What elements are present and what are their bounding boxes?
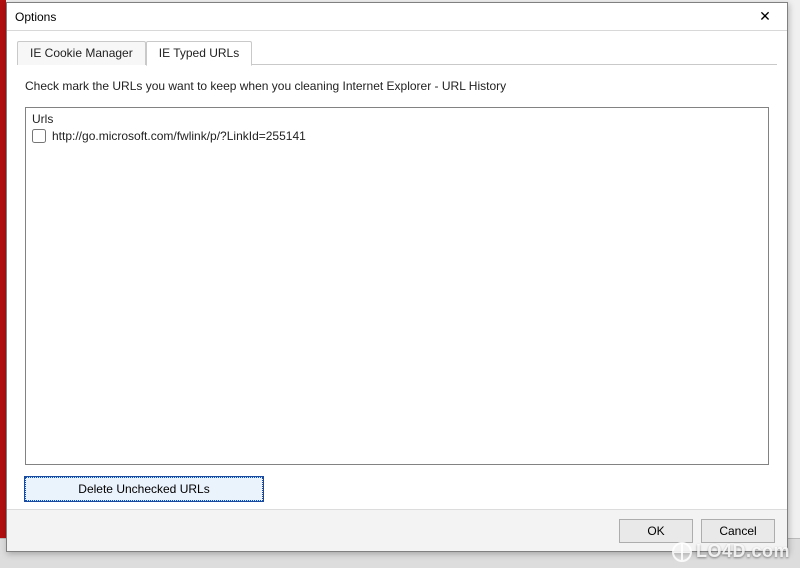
list-header: Urls (32, 112, 762, 128)
list-item[interactable]: http://go.microsoft.com/fwlink/p/?LinkId… (32, 128, 762, 144)
close-icon: ✕ (759, 8, 771, 25)
cancel-button[interactable]: Cancel (701, 519, 775, 543)
delete-unchecked-button[interactable]: Delete Unchecked URLs (25, 477, 263, 501)
dialog-footer: OK Cancel (7, 509, 787, 551)
actions-row: Delete Unchecked URLs (25, 477, 769, 501)
close-button[interactable]: ✕ (745, 5, 785, 29)
url-checkbox[interactable] (32, 129, 46, 143)
tab-ie-typed-urls[interactable]: IE Typed URLs (146, 41, 252, 66)
tab-label: IE Typed URLs (159, 46, 239, 60)
ok-button[interactable]: OK (619, 519, 693, 543)
window-title: Options (15, 10, 745, 24)
tab-ie-cookie-manager[interactable]: IE Cookie Manager (17, 41, 146, 65)
tab-content: Check mark the URLs you want to keep whe… (7, 65, 787, 509)
instruction-text: Check mark the URLs you want to keep whe… (25, 79, 769, 93)
titlebar: Options ✕ (7, 3, 787, 31)
options-dialog: Options ✕ IE Cookie Manager IE Typed URL… (6, 2, 788, 552)
url-listbox[interactable]: Urls http://go.microsoft.com/fwlink/p/?L… (25, 107, 769, 465)
tab-strip: IE Cookie Manager IE Typed URLs (7, 31, 787, 65)
url-text: http://go.microsoft.com/fwlink/p/?LinkId… (52, 129, 306, 143)
tab-label: IE Cookie Manager (30, 46, 133, 60)
